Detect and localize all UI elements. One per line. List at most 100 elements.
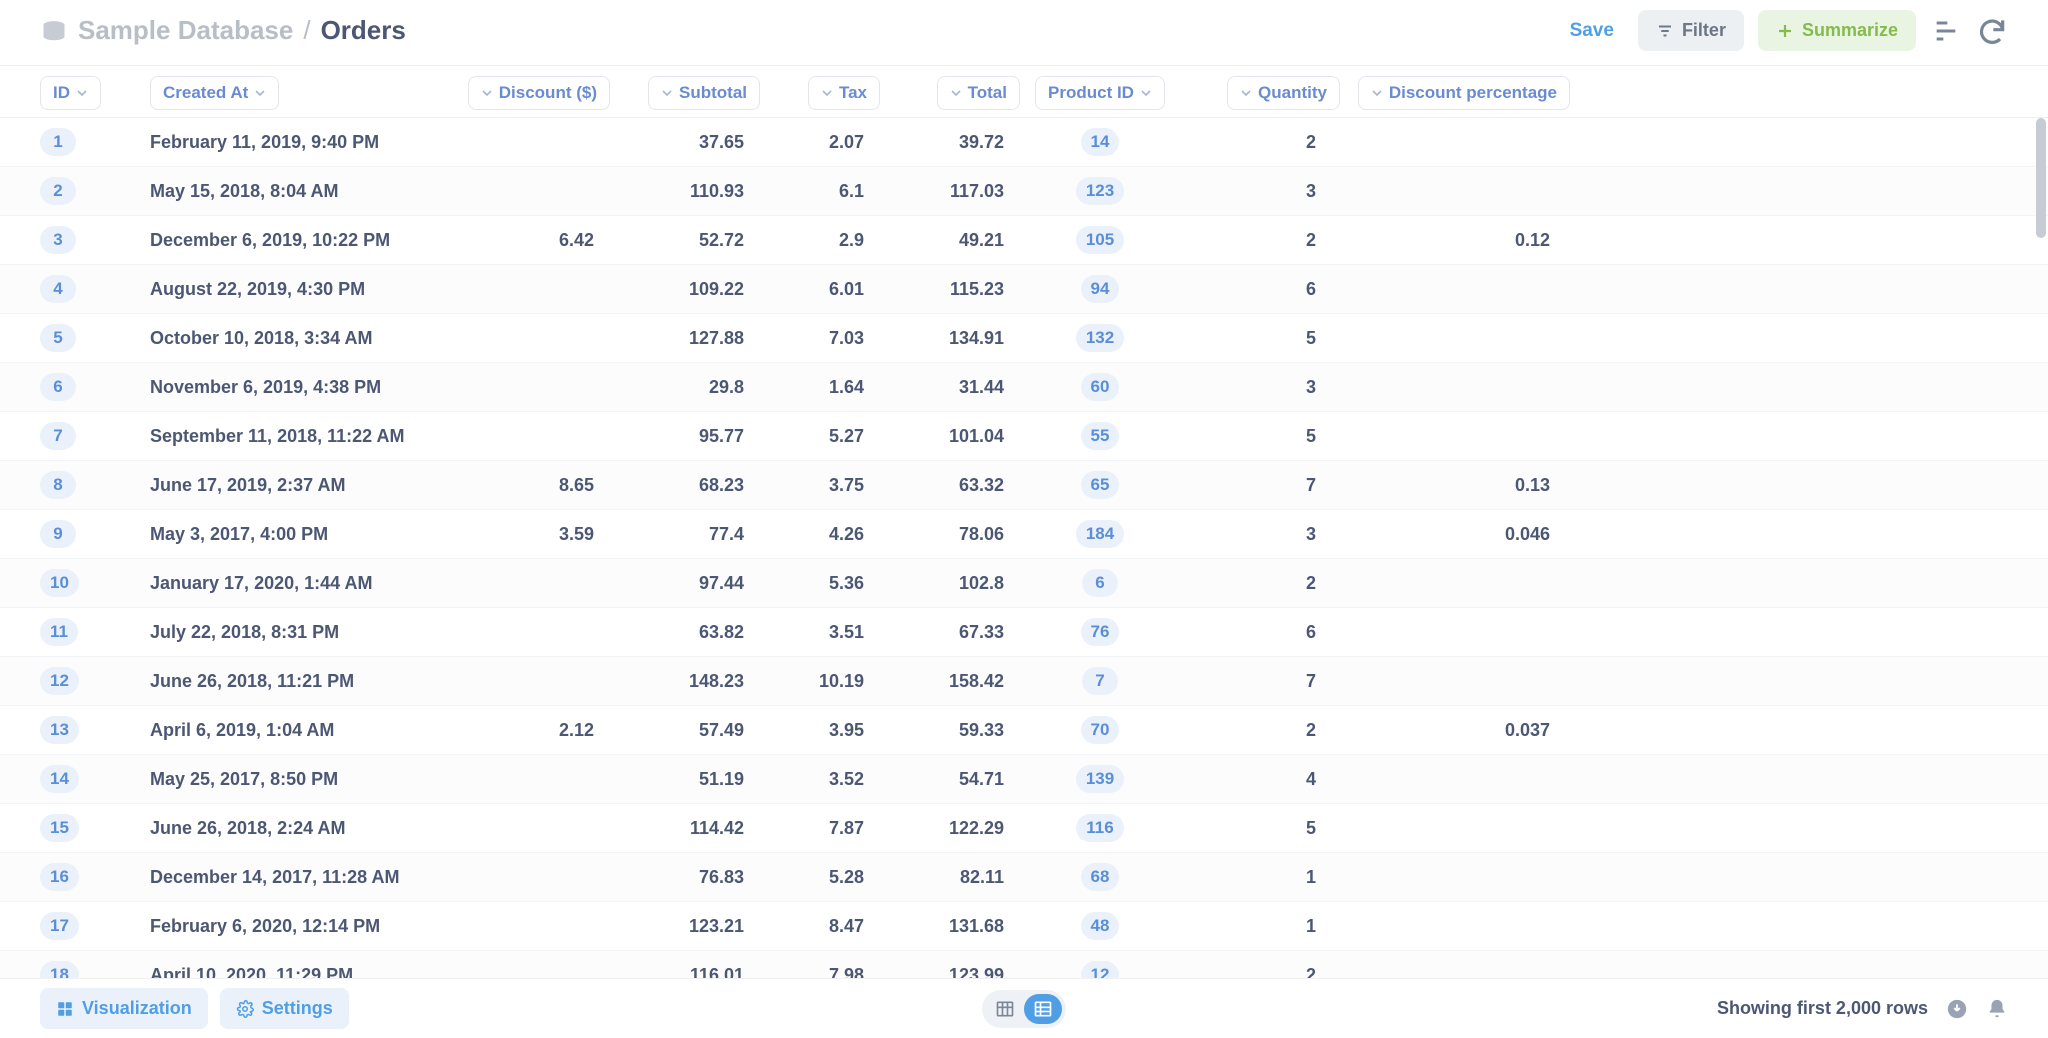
id-badge[interactable]: 6 [40,373,76,401]
cell-created-at[interactable]: December 14, 2017, 11:28 AM [150,867,450,888]
col-subtotal[interactable]: Subtotal [648,76,760,110]
page-title[interactable]: Orders [321,15,406,46]
cell-created-at[interactable]: October 10, 2018, 3:34 AM [150,328,450,349]
product-id-badge[interactable]: 60 [1081,373,1120,401]
cell-tax[interactable]: 6.01 [760,279,880,300]
cell-created-at[interactable]: July 22, 2018, 8:31 PM [150,622,450,643]
database-name[interactable]: Sample Database [78,15,293,46]
id-badge[interactable]: 13 [40,716,79,744]
table-row[interactable]: 18 April 10, 2020, 11:29 PM 116.01 7.98 … [0,951,2048,978]
cell-tax[interactable]: 1.64 [760,377,880,398]
table-row[interactable]: 5 October 10, 2018, 3:34 AM 127.88 7.03 … [0,314,2048,363]
cell-total[interactable]: 115.23 [880,279,1020,300]
product-id-badge[interactable]: 7 [1082,667,1118,695]
product-id-badge[interactable]: 48 [1081,912,1120,940]
cell-quantity[interactable]: 7 [1180,475,1340,496]
col-product-id[interactable]: Product ID [1035,76,1165,110]
cell-quantity[interactable]: 1 [1180,867,1340,888]
table-row[interactable]: 8 June 17, 2019, 2:37 AM 8.65 68.23 3.75… [0,461,2048,510]
table-row[interactable]: 6 November 6, 2019, 4:38 PM 29.8 1.64 31… [0,363,2048,412]
cell-subtotal[interactable]: 123.21 [610,916,760,937]
cell-tax[interactable]: 7.98 [760,965,880,979]
product-id-badge[interactable]: 116 [1076,814,1123,842]
cell-subtotal[interactable]: 148.23 [610,671,760,692]
cell-quantity[interactable]: 1 [1180,916,1340,937]
cell-subtotal[interactable]: 97.44 [610,573,760,594]
cell-discount-pct[interactable]: 0.13 [1340,475,1570,496]
cell-created-at[interactable]: September 11, 2018, 11:22 AM [150,426,450,447]
col-tax[interactable]: Tax [808,76,880,110]
product-id-badge[interactable]: 12 [1081,961,1120,978]
cell-subtotal[interactable]: 77.4 [610,524,760,545]
cell-tax[interactable]: 5.27 [760,426,880,447]
cell-tax[interactable]: 4.26 [760,524,880,545]
cell-total[interactable]: 158.42 [880,671,1020,692]
id-badge[interactable]: 10 [40,569,79,597]
cell-quantity[interactable]: 5 [1180,818,1340,839]
cell-total[interactable]: 31.44 [880,377,1020,398]
col-discount[interactable]: Discount ($) [468,76,610,110]
product-id-badge[interactable]: 184 [1076,520,1124,548]
cell-tax[interactable]: 10.19 [760,671,880,692]
cell-tax[interactable]: 3.75 [760,475,880,496]
table-row[interactable]: 4 August 22, 2019, 4:30 PM 109.22 6.01 1… [0,265,2048,314]
cell-created-at[interactable]: May 15, 2018, 8:04 AM [150,181,450,202]
table-row[interactable]: 1 February 11, 2019, 9:40 PM 37.65 2.07 … [0,118,2048,167]
cell-subtotal[interactable]: 57.49 [610,720,760,741]
cell-created-at[interactable]: January 17, 2020, 1:44 AM [150,573,450,594]
table-row[interactable]: 10 January 17, 2020, 1:44 AM 97.44 5.36 … [0,559,2048,608]
cell-quantity[interactable]: 3 [1180,524,1340,545]
save-button[interactable]: Save [1560,14,1624,48]
cell-quantity[interactable]: 5 [1180,426,1340,447]
cell-created-at[interactable]: April 6, 2019, 1:04 AM [150,720,450,741]
cell-quantity[interactable]: 2 [1180,230,1340,251]
product-id-badge[interactable]: 55 [1081,422,1120,450]
product-id-badge[interactable]: 94 [1081,275,1120,303]
download-icon[interactable] [1946,998,1968,1020]
table-view-toggle[interactable] [986,994,1024,1024]
id-badge[interactable]: 17 [40,912,79,940]
id-badge[interactable]: 9 [40,520,76,548]
cell-created-at[interactable]: February 11, 2019, 9:40 PM [150,132,450,153]
product-id-badge[interactable]: 14 [1081,128,1120,156]
id-badge[interactable]: 11 [40,618,78,646]
cell-created-at[interactable]: May 25, 2017, 8:50 PM [150,769,450,790]
table-body[interactable]: 1 February 11, 2019, 9:40 PM 37.65 2.07 … [0,118,2048,978]
cell-subtotal[interactable]: 110.93 [610,181,760,202]
cell-subtotal[interactable]: 116.01 [610,965,760,979]
cell-created-at[interactable]: February 6, 2020, 12:14 PM [150,916,450,937]
cell-created-at[interactable]: November 6, 2019, 4:38 PM [150,377,450,398]
cell-total[interactable]: 54.71 [880,769,1020,790]
cell-tax[interactable]: 8.47 [760,916,880,937]
product-id-badge[interactable]: 139 [1076,765,1124,793]
cell-subtotal[interactable]: 68.23 [610,475,760,496]
cell-subtotal[interactable]: 52.72 [610,230,760,251]
cell-created-at[interactable]: May 3, 2017, 4:00 PM [150,524,450,545]
table-row[interactable]: 14 May 25, 2017, 8:50 PM 51.19 3.52 54.7… [0,755,2048,804]
cell-quantity[interactable]: 5 [1180,328,1340,349]
cell-subtotal[interactable]: 95.77 [610,426,760,447]
cell-subtotal[interactable]: 51.19 [610,769,760,790]
cell-quantity[interactable]: 7 [1180,671,1340,692]
product-id-badge[interactable]: 70 [1081,716,1120,744]
id-badge[interactable]: 14 [40,765,79,793]
cell-total[interactable]: 117.03 [880,181,1020,202]
cell-total[interactable]: 123.99 [880,965,1020,979]
cell-discount[interactable]: 2.12 [450,720,610,741]
scrollbar-thumb[interactable] [2036,118,2046,238]
table-row[interactable]: 16 December 14, 2017, 11:28 AM 76.83 5.2… [0,853,2048,902]
cell-tax[interactable]: 2.9 [760,230,880,251]
cell-total[interactable]: 59.33 [880,720,1020,741]
cell-quantity[interactable]: 3 [1180,181,1340,202]
cell-tax[interactable]: 3.52 [760,769,880,790]
cell-created-at[interactable]: August 22, 2019, 4:30 PM [150,279,450,300]
table-row[interactable]: 3 December 6, 2019, 10:22 PM 6.42 52.72 … [0,216,2048,265]
id-badge[interactable]: 16 [40,863,79,891]
cell-discount-pct[interactable]: 0.12 [1340,230,1570,251]
cell-total[interactable]: 63.32 [880,475,1020,496]
cell-total[interactable]: 78.06 [880,524,1020,545]
id-badge[interactable]: 8 [40,471,76,499]
table-row[interactable]: 12 June 26, 2018, 11:21 PM 148.23 10.19 … [0,657,2048,706]
cell-quantity[interactable]: 2 [1180,132,1340,153]
bell-icon[interactable] [1986,998,2008,1020]
